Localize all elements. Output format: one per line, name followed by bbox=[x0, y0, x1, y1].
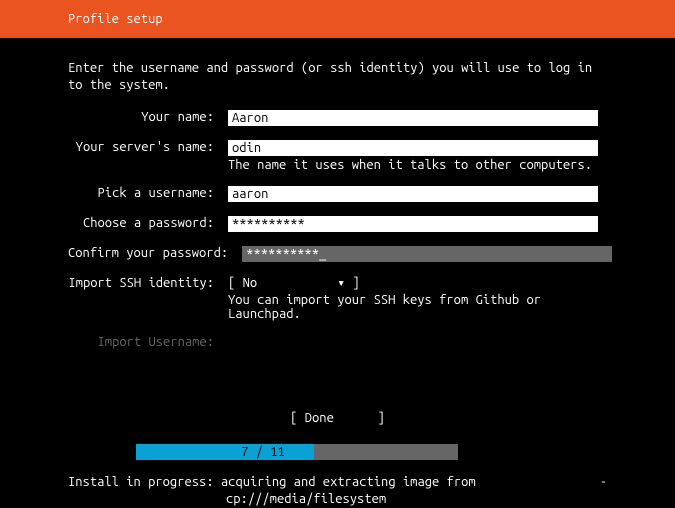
row-username: Pick a username: aaron bbox=[68, 186, 607, 202]
ssh-identity-value: No bbox=[243, 276, 258, 290]
chevron-down-icon: ▾ bbox=[337, 276, 345, 290]
label-password: Choose a password: bbox=[68, 216, 228, 230]
row-your-name: Your name: Aaron bbox=[68, 110, 607, 126]
ssh-identity-select[interactable]: [ No ▾ ] bbox=[228, 276, 607, 291]
row-password: Choose a password: ********** bbox=[68, 216, 607, 232]
confirm-password-input[interactable]: **********_ bbox=[242, 246, 612, 262]
install-status: Install in progress: acquiring and extra… bbox=[68, 474, 607, 508]
row-ssh-identity: Import SSH identity: [ No ▾ ] You can im… bbox=[68, 276, 607, 321]
label-username: Pick a username: bbox=[68, 186, 228, 200]
server-name-hint: The name it uses when it talks to other … bbox=[228, 158, 607, 172]
row-server-name: Your server's name: odin The name it use… bbox=[68, 140, 607, 172]
install-line1: Install in progress: acquiring and extra… bbox=[68, 474, 476, 491]
bracket-close: ] bbox=[345, 276, 360, 290]
header-bar: Profile setup bbox=[0, 0, 675, 38]
done-button[interactable]: [ Done ] bbox=[68, 411, 607, 425]
install-line2: cp:///media/filesystem bbox=[68, 491, 607, 508]
intro-text: Enter the username and password (or ssh … bbox=[68, 60, 607, 94]
label-confirm-password: Confirm your password: bbox=[68, 246, 242, 260]
server-name-input[interactable]: odin bbox=[228, 140, 598, 156]
page-title: Profile setup bbox=[68, 12, 163, 26]
label-your-name: Your name: bbox=[68, 110, 228, 124]
spinner-icon: - bbox=[600, 474, 607, 491]
row-confirm-password: Confirm your password: **********_ bbox=[68, 246, 607, 262]
progress-bar: 7 / 11 bbox=[68, 444, 458, 460]
row-import-username: Import Username: bbox=[68, 335, 607, 349]
main-content: Enter the username and password (or ssh … bbox=[0, 38, 675, 425]
label-ssh-identity: Import SSH identity: bbox=[68, 276, 228, 290]
label-server-name: Your server's name: bbox=[68, 140, 228, 154]
password-input[interactable]: ********** bbox=[228, 216, 598, 232]
progress-text: 7 / 11 bbox=[68, 444, 458, 460]
bracket-open: [ bbox=[228, 276, 243, 290]
your-name-input[interactable]: Aaron bbox=[228, 110, 598, 126]
username-input[interactable]: aaron bbox=[228, 186, 598, 202]
done-label: Done bbox=[305, 411, 334, 425]
label-import-username: Import Username: bbox=[68, 335, 228, 349]
ssh-identity-hint: You can import your SSH keys from Github… bbox=[228, 293, 607, 321]
